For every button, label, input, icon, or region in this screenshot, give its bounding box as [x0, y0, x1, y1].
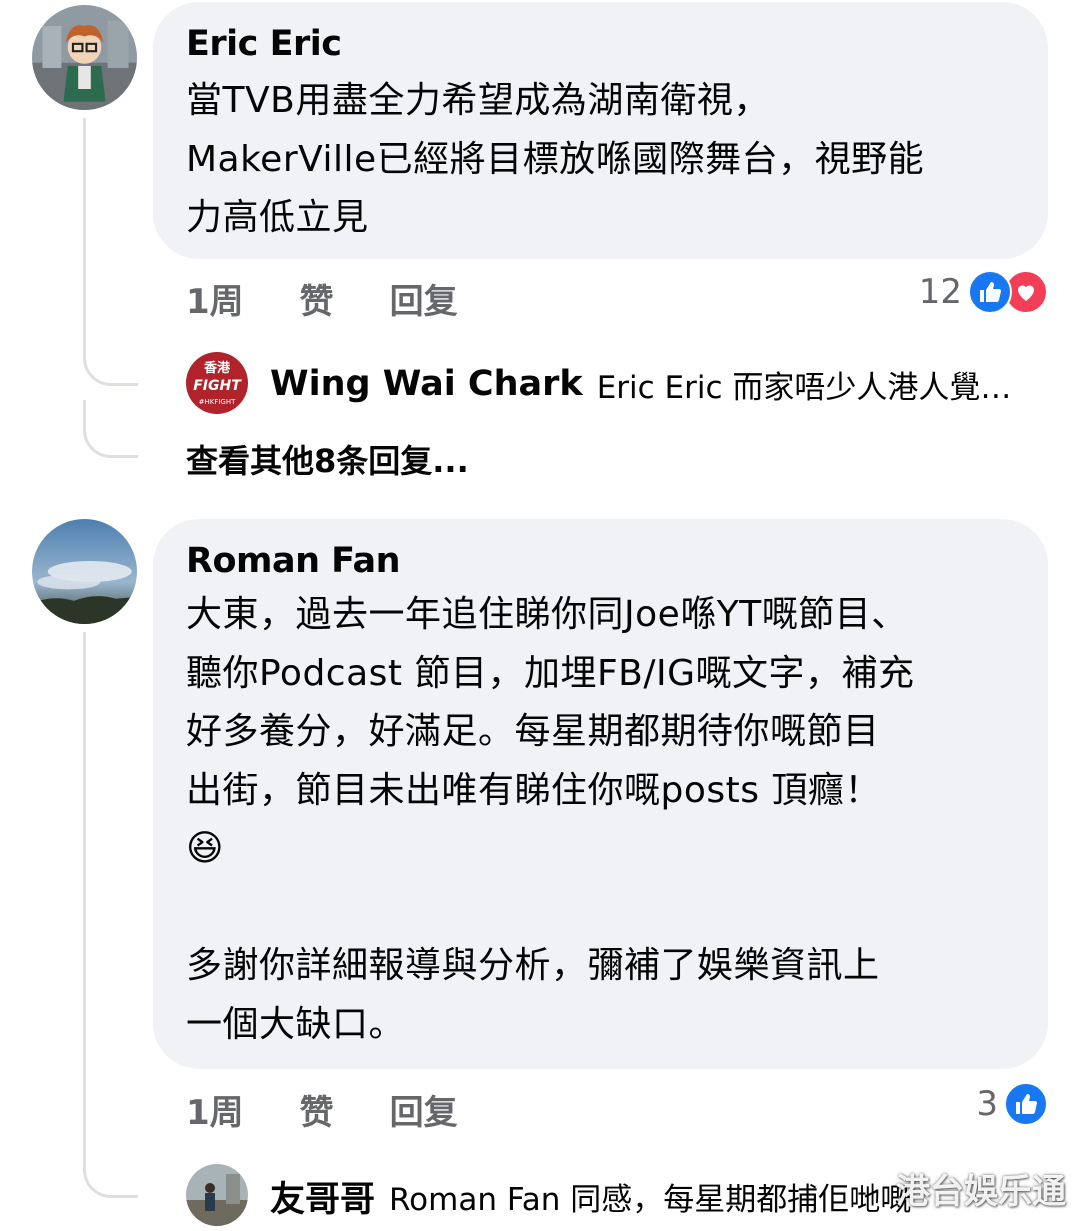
like-button[interactable]: 赞	[300, 1085, 334, 1134]
avatar[interactable]	[32, 5, 137, 110]
reactions[interactable]: 12	[919, 270, 1048, 314]
reaction-count: 3	[976, 1084, 998, 1124]
reply-button[interactable]: 回复	[390, 274, 458, 323]
reply-text: Roman Fan 同感，每星期都捕佢哋嘅	[389, 1181, 912, 1218]
comment-author[interactable]: Roman Fan	[186, 541, 401, 581]
like-button[interactable]: 赞	[300, 274, 334, 323]
comment-author[interactable]: Eric Eric	[186, 24, 342, 64]
comment-time[interactable]: 1周	[186, 274, 244, 323]
reactions[interactable]: 3	[976, 1082, 1048, 1126]
reply-text: Eric Eric 而家唔少人港人覺…	[596, 369, 1012, 406]
comment-time[interactable]: 1周	[186, 1085, 244, 1134]
reply-connector	[83, 400, 138, 458]
reply-connector	[83, 340, 138, 386]
avatar[interactable]	[32, 519, 137, 624]
reply-button[interactable]: 回复	[390, 1085, 458, 1134]
reply-author[interactable]: Wing Wai Chark	[270, 364, 583, 404]
reaction-count: 12	[918, 272, 962, 312]
reply-preview[interactable]: 友哥哥 Roman Fan 同感，每星期都捕佢哋嘅	[186, 1168, 1020, 1224]
reply-preview[interactable]: Wing Wai Chark Eric Eric 而家唔少人港人覺…	[186, 356, 1020, 412]
comment-text: 大東，過去一年追住睇你同Joe喺YT嘅節目、 聽你Podcast 節目，加埋FB…	[186, 594, 915, 1045]
reply-connector	[83, 1140, 138, 1198]
comment-actions: 1周 赞 回复	[186, 274, 458, 323]
comment-actions: 1周 赞 回复	[186, 1085, 458, 1134]
thread-line	[83, 632, 86, 1167]
view-more-replies-button[interactable]: 查看其他8条回复...	[186, 436, 469, 482]
like-icon	[968, 270, 1012, 314]
comment-text: 當TVB用盡全力希望成為湖南衛視， MakerVille已經將目標放喺國際舞台，…	[186, 80, 925, 238]
thread-line	[83, 118, 86, 358]
like-icon	[1004, 1082, 1048, 1126]
reply-author[interactable]: 友哥哥	[270, 1171, 375, 1222]
watermark: 港台娛乐通	[896, 1172, 1066, 1212]
